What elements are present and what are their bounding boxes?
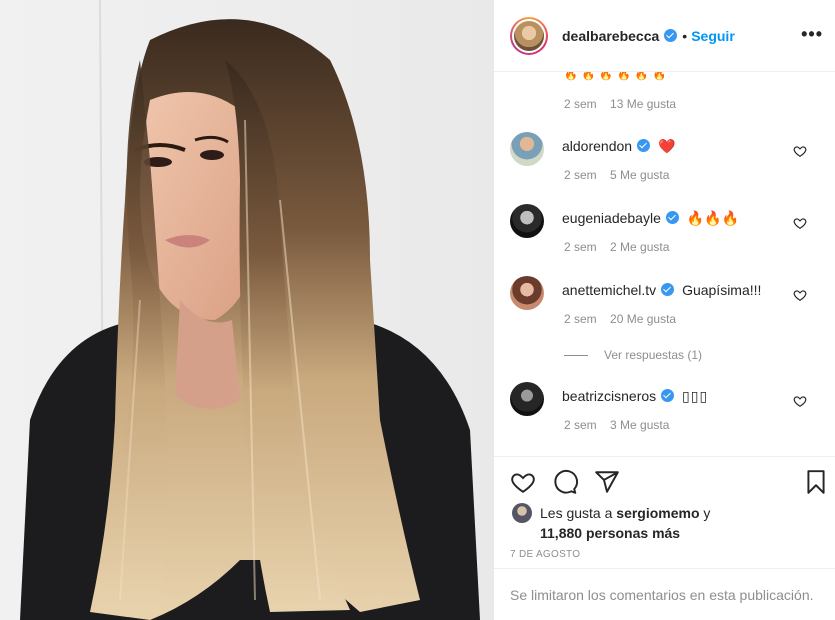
portrait-image (0, 0, 494, 620)
comment-meta: 2 sem 13 Me gusta (564, 97, 686, 111)
comment-text: eugeniadebayle 🔥🔥🔥 (562, 210, 739, 227)
heart-outline-icon[interactable] (510, 469, 536, 495)
separator-dot: • (682, 27, 688, 44)
replies-divider-line (564, 354, 588, 356)
comment-meta: 2 sem 3 Me gusta (564, 418, 679, 432)
comment-likes[interactable]: 13 Me gusta (610, 97, 676, 111)
likes-prefix: Les gusta a (540, 505, 617, 521)
follow-button[interactable]: Seguir (691, 28, 735, 44)
comment-body: ❤️ (657, 138, 676, 154)
like-comment-heart-icon[interactable] (793, 288, 807, 302)
like-comment-heart-icon[interactable] (793, 216, 807, 230)
verified-badge-icon (637, 139, 651, 152)
comments-limited-text: Se limitaron los comentarios en esta pub… (510, 586, 814, 603)
comment-item: aldorendon ❤️ (510, 132, 835, 166)
comment-likes[interactable]: 20 Me gusta (610, 312, 676, 326)
comments-list[interactable]: 🔥🔥🔥🔥🔥🔥 2 sem 13 Me gusta aldorendon ❤️ 2… (494, 72, 835, 456)
bookmark-icon[interactable] (803, 469, 829, 495)
comment-likes[interactable]: 3 Me gusta (610, 418, 669, 432)
post-date[interactable]: 7 DE AGOSTO (510, 549, 580, 560)
comment-time: 2 sem (564, 168, 597, 182)
commenter-avatar[interactable] (510, 132, 544, 166)
commenter-username[interactable]: beatrizcisneros (562, 388, 656, 404)
liker-avatar[interactable] (512, 503, 532, 523)
likes-count[interactable]: 11,880 personas más (540, 525, 680, 541)
partial-comment-text: 🔥🔥🔥🔥🔥🔥 (564, 72, 671, 81)
comment-item: beatrizcisneros ▯▯▯ (510, 382, 835, 416)
comment-meta: 2 sem 2 Me gusta (564, 240, 679, 254)
comment-text: beatrizcisneros ▯▯▯ (562, 388, 708, 405)
comment-time: 2 sem (564, 97, 597, 111)
view-replies-label: Ver respuestas (1) (604, 348, 703, 362)
post-side-panel: dealbarebecca • Seguir ••• 🔥🔥🔥🔥🔥🔥 2 sem … (494, 0, 835, 620)
comment-time: 2 sem (564, 312, 597, 326)
commenter-avatar[interactable] (510, 382, 544, 416)
comment-item: anettemichel.tv Guapísima!!! (510, 276, 835, 310)
comment-meta: 2 sem 20 Me gusta (564, 312, 686, 326)
post-actions: Les gusta a sergiomemo y 11,880 personas… (494, 456, 835, 568)
comment-text: anettemichel.tv Guapísima!!! (562, 282, 761, 298)
liker-username[interactable]: sergiomemo (616, 505, 699, 521)
commenter-username[interactable]: anettemichel.tv (562, 282, 656, 298)
commenter-username[interactable]: aldorendon (562, 138, 632, 154)
comment-text: aldorendon ❤️ (562, 138, 675, 155)
verified-badge-icon (665, 211, 679, 224)
more-options-icon[interactable]: ••• (801, 24, 823, 45)
verified-badge-icon (664, 29, 678, 42)
post-header: dealbarebecca • Seguir ••• (494, 0, 835, 72)
author-avatar[interactable] (510, 16, 548, 55)
comment-body: 🔥🔥🔥 (686, 210, 740, 226)
post-photo[interactable] (0, 0, 494, 620)
comment-body: Guapísima!!! (682, 282, 762, 298)
comment-likes[interactable]: 5 Me gusta (610, 168, 669, 182)
paper-plane-icon[interactable] (594, 469, 620, 495)
comment-body: ▯▯▯ (682, 388, 709, 404)
like-comment-heart-icon[interactable] (793, 144, 807, 158)
comment-time: 2 sem (564, 418, 597, 432)
comment-meta: 2 sem 5 Me gusta (564, 168, 679, 182)
comments-limited-notice: Se limitaron los comentarios en esta pub… (494, 568, 835, 620)
likes-text: Les gusta a sergiomemo y 11,880 personas… (540, 503, 710, 543)
comment-likes[interactable]: 2 Me gusta (610, 240, 669, 254)
comment-item: eugeniadebayle 🔥🔥🔥 (510, 204, 835, 238)
verified-badge-icon (661, 389, 675, 402)
commenter-avatar[interactable] (510, 276, 544, 310)
speech-bubble-icon[interactable] (552, 469, 578, 495)
verified-badge-icon (661, 283, 675, 296)
like-comment-heart-icon[interactable] (793, 394, 807, 408)
view-replies-button[interactable]: Ver respuestas (1) (564, 348, 702, 362)
commenter-avatar[interactable] (510, 204, 544, 238)
author-username[interactable]: dealbarebecca (562, 28, 659, 44)
likes-suffix: y (699, 505, 711, 521)
comment-time: 2 sem (564, 240, 597, 254)
commenter-username[interactable]: eugeniadebayle (562, 210, 661, 226)
likes-summary[interactable]: Les gusta a sergiomemo y 11,880 personas… (512, 503, 710, 543)
